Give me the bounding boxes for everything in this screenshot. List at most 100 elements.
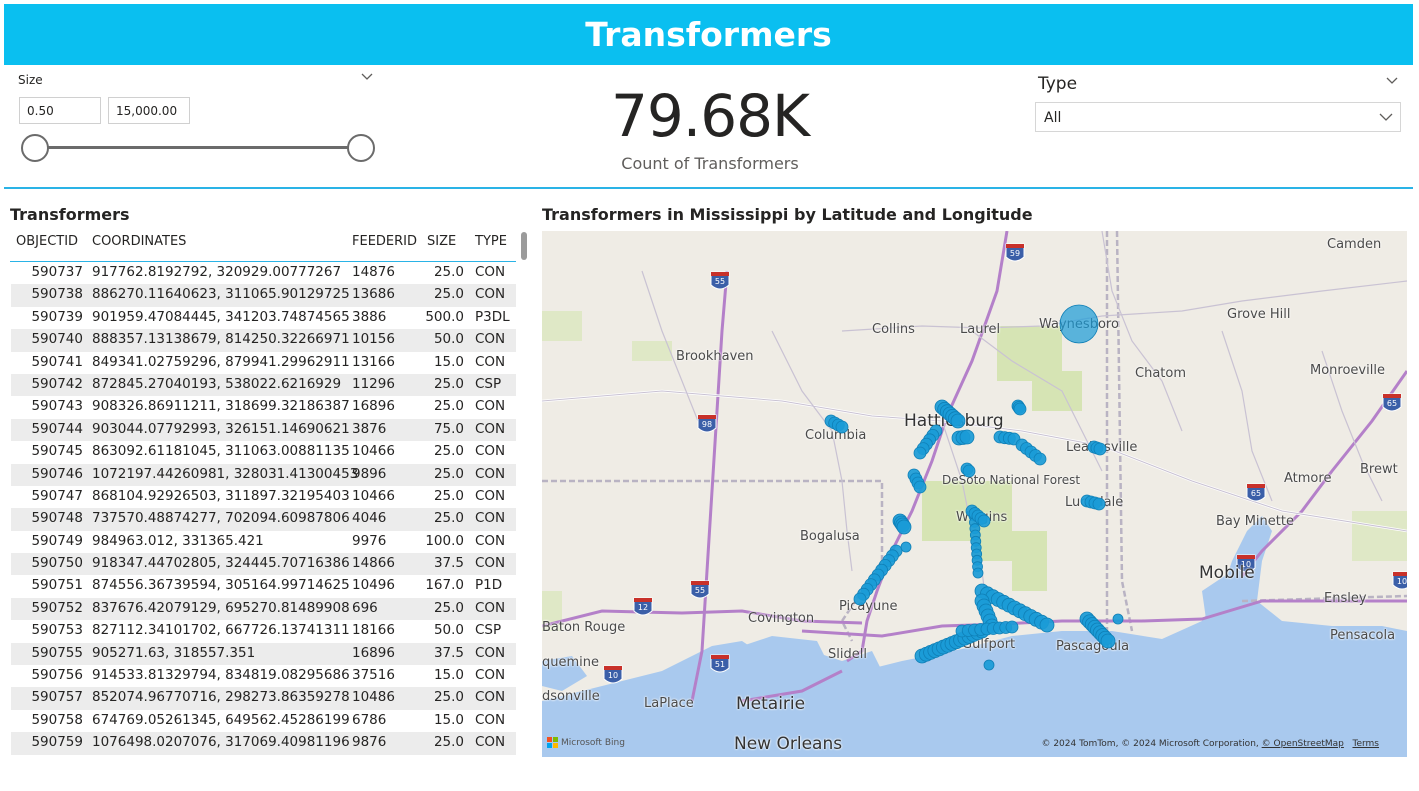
table-row[interactable]: 590755 905271.63, 318557.351 16896 37.5 CON [11, 642, 516, 666]
size-cell: 50.0 [433, 622, 464, 639]
transformer-marker[interactable] [1112, 613, 1124, 625]
size-slicer: Size 0.50 15,000.00 [10, 66, 378, 176]
table-row[interactable]: 590758 674769.05261345, 649562.45286199 67… [11, 710, 516, 732]
transformer-map[interactable]: 59 55 98 65 65 12 55 10 51 10 10 Camden Collins Laur… [542, 231, 1407, 757]
table-row[interactable]: 590741 849341.02759296, 879941.29962911 13… [11, 352, 516, 374]
size-cell: 25.0 [433, 689, 464, 706]
table-row[interactable]: 590739 901959.47084445, 341203.74874565 38… [11, 307, 516, 329]
terms-link[interactable]: Terms [1352, 739, 1379, 749]
bing-logo: Microsoft Bing [547, 737, 625, 748]
transformer-marker[interactable] [972, 567, 984, 579]
chevron-down-icon[interactable] [1385, 76, 1399, 86]
openstreetmap-link[interactable]: © OpenStreetMap [1262, 739, 1344, 749]
table-row[interactable]: 590749 984963.012, 331365.421 9976 100.0 CON [11, 531, 516, 553]
objectid-cell: 590739 [31, 308, 83, 325]
transformer-marker[interactable] [950, 413, 966, 429]
table-row[interactable]: 590740 888357.13138679, 814250.32266971 10… [11, 329, 516, 352]
coordinates-cell: 984963.012, 331365.421 [92, 532, 264, 549]
card-value: 79.68K [610, 82, 810, 150]
transformer-marker[interactable] [853, 592, 867, 606]
transformer-marker[interactable] [1093, 442, 1107, 456]
feederid-cell: 696 [352, 599, 378, 616]
transformer-marker[interactable] [959, 429, 975, 445]
column-header-objectid[interactable]: OBJECTID [16, 234, 78, 249]
column-header-feederid[interactable]: FEEDERID [352, 234, 417, 249]
type-cell: CON [475, 264, 506, 280]
size-slider-min-handle[interactable] [21, 134, 49, 162]
transformer-marker[interactable] [835, 420, 849, 434]
type-cell: CON [475, 667, 506, 684]
map-title: Transformers in Mississippi by Latitude … [542, 205, 1033, 224]
count-card: 79.68K Count of Transformers [560, 78, 860, 178]
objectid-cell: 590747 [31, 487, 83, 504]
table-row[interactable]: 590757 852074.96770716, 298273.86359278 10… [11, 687, 516, 710]
transformer-marker[interactable] [913, 446, 927, 460]
table-row[interactable]: 590738 886270.11640623, 311065.90129725 13… [11, 284, 516, 307]
table-row[interactable]: 590745 863092.61181045, 311063.00881135 10… [11, 441, 516, 463]
transformer-marker[interactable] [1039, 617, 1055, 633]
feederid-cell: 14866 [352, 555, 395, 572]
size-cell: 167.0 [425, 577, 464, 594]
table-row[interactable]: 590747 868104.92926503, 311897.32195403 10… [11, 486, 516, 508]
feederid-cell: 11296 [352, 375, 395, 392]
transformer-marker[interactable] [1092, 497, 1106, 511]
table-row[interactable]: 590742 872845.27040193, 538022.6216929 112… [11, 373, 516, 397]
coordinates-cell: 863092.61181045, 311063.00881135 [92, 443, 350, 460]
objectid-cell: 590750 [31, 555, 83, 572]
size-cell: 25.0 [433, 443, 464, 460]
feederid-cell: 10486 [352, 689, 395, 706]
transformer-marker[interactable] [1013, 402, 1027, 416]
table-body: 590737 917762.8192792, 320929.00777267 148… [11, 262, 516, 755]
size-slider-track[interactable] [35, 146, 361, 149]
transformer-marker[interactable] [962, 464, 976, 478]
transformer-marker[interactable] [1059, 304, 1099, 344]
type-cell: CON [475, 510, 506, 527]
size-cell: 50.0 [433, 331, 464, 348]
objectid-cell: 590743 [31, 398, 83, 415]
table-row[interactable]: 590737 917762.8192792, 320929.00777267 148… [11, 262, 516, 284]
table-row[interactable]: 590756 914533.81329794, 834819.08295686 37… [11, 665, 516, 687]
objectid-cell: 590748 [31, 510, 83, 527]
chevron-down-icon[interactable] [360, 72, 374, 82]
type-slicer-title: Type [1038, 74, 1078, 94]
feederid-cell: 10466 [352, 443, 395, 460]
objectid-cell: 590758 [31, 711, 83, 728]
size-slider-max-handle[interactable] [347, 134, 375, 162]
table-row[interactable]: 590743 908326.86911211, 318699.32186387 16… [11, 396, 516, 418]
transformer-marker[interactable] [1100, 633, 1116, 649]
table-row[interactable]: 590753 827112.34101702, 667726.13741311 18… [11, 620, 516, 642]
size-cell: 25.0 [433, 510, 464, 527]
transformer-marker[interactable] [1033, 452, 1047, 466]
table-row[interactable]: 590746 1072197.44260981, 328031.41300453 9… [11, 463, 516, 486]
table-row[interactable]: 590752 837676.42079129, 695270.81489908 69… [11, 597, 516, 621]
table-scrollbar[interactable] [521, 232, 527, 260]
coordinates-cell: 908326.86911211, 318699.32186387 [92, 398, 350, 415]
type-cell: CON [475, 420, 506, 437]
transformer-marker[interactable] [1005, 620, 1019, 634]
transformer-marker[interactable] [977, 514, 991, 528]
transformer-marker[interactable] [913, 480, 927, 494]
feederid-cell: 10466 [352, 487, 395, 504]
size-max-input[interactable]: 15,000.00 [108, 97, 190, 124]
type-dropdown[interactable]: All [1035, 102, 1401, 132]
column-header-coordinates[interactable]: COORDINATES [92, 234, 186, 249]
table-row[interactable]: 590751 874556.36739594, 305164.99714625 10… [11, 575, 516, 597]
transformer-marker[interactable] [900, 541, 912, 553]
table-row[interactable]: 590759 1076498.0207076, 317069.40981196 98… [11, 732, 516, 755]
objectid-cell: 590742 [31, 375, 83, 392]
transformer-marker[interactable] [983, 659, 995, 671]
type-cell: CON [475, 644, 506, 661]
column-header-type[interactable]: TYPE [475, 234, 507, 249]
column-header-size[interactable]: SIZE [427, 234, 456, 249]
type-cell: CSP [475, 375, 502, 392]
table-row[interactable]: 590750 918347.44702805, 324445.70716386 14… [11, 553, 516, 576]
transformer-marker[interactable] [896, 519, 912, 535]
map-attribution: © 2024 TomTom, © 2024 Microsoft Corporat… [1041, 739, 1379, 749]
table-row[interactable]: 590748 737570.48874277, 702094.60987806 40… [11, 508, 516, 531]
table-row[interactable]: 590744 903044.07792993, 326151.14690621 38… [11, 418, 516, 442]
size-cell: 75.0 [433, 420, 464, 437]
coordinates-cell: 888357.13138679, 814250.32266971 [92, 331, 350, 348]
size-min-input[interactable]: 0.50 [19, 97, 101, 124]
feederid-cell: 3876 [352, 420, 387, 437]
objectid-cell: 590737 [31, 264, 83, 280]
